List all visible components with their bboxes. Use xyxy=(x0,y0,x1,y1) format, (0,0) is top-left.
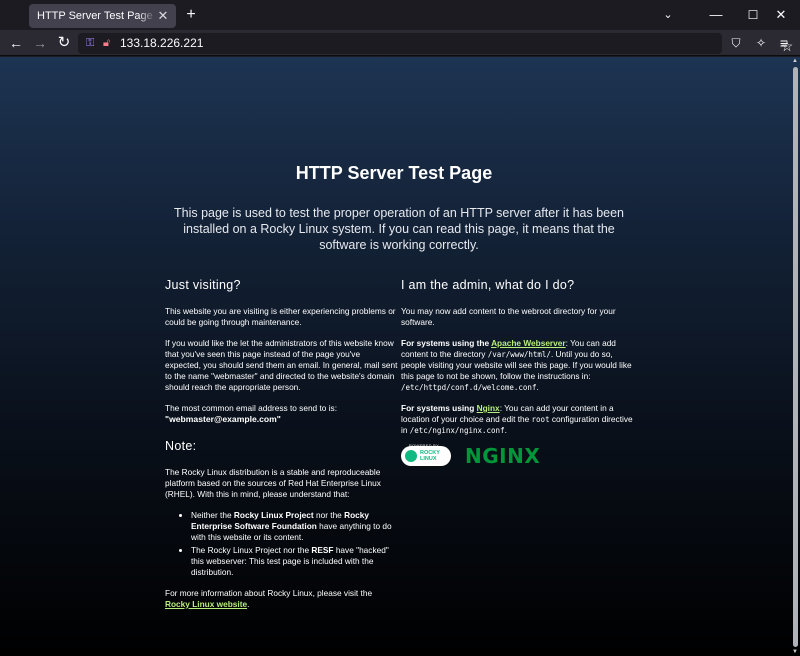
intro-text: This page is used to test the proper ope… xyxy=(173,206,625,252)
hamburger-menu-icon[interactable]: ≡ xyxy=(775,34,793,52)
li2-text-a: The Rocky Linux Project nor the xyxy=(191,545,312,555)
tab-title: HTTP Server Test Page powered by: Rocky … xyxy=(37,10,156,22)
maximize-icon[interactable]: ☐ xyxy=(743,6,763,24)
li1-text-a: Neither the xyxy=(191,510,234,520)
li1-bold-rocky-project: Rocky Linux Project xyxy=(233,510,314,520)
apache-webserver-link[interactable]: Apache Webserver xyxy=(491,338,566,348)
right-paragraph-1: You may now add content to the webroot d… xyxy=(401,306,616,327)
note-list: Neither the Rocky Linux Project nor the … xyxy=(191,510,398,578)
just-visiting-heading: Just visiting? xyxy=(165,278,241,292)
left-column: Just visiting? This website you are visi… xyxy=(165,277,398,620)
extensions-icon[interactable]: ✧ xyxy=(752,34,770,52)
minimize-icon[interactable]: — xyxy=(706,6,726,24)
nginx-code-root: root xyxy=(531,415,550,424)
tab-active[interactable]: HTTP Server Test Page powered by: Rocky … xyxy=(29,4,176,28)
nginx-bold-text: For systems using xyxy=(401,403,477,413)
note-paragraph: The Rocky Linux distribution is a stable… xyxy=(165,467,381,499)
nav-bar: ← → ↻ ⚿ 🔓︎ 133.18.226.221 ☆ ⛉ ✧ ≡ xyxy=(0,30,800,56)
list-item: The Rocky Linux Project nor the RESF hav… xyxy=(191,545,398,578)
window-close-icon[interactable]: ✕ xyxy=(771,6,791,24)
permissions-icon[interactable]: ⚿ xyxy=(86,35,94,52)
linux-word: LINUX xyxy=(420,456,437,462)
apache-bold-text: For systems using the xyxy=(401,338,492,348)
nginx-link[interactable]: Nginx xyxy=(477,403,500,413)
li1-text-c: nor the xyxy=(313,510,345,520)
list-item: Neither the Rocky Linux Project nor the … xyxy=(191,510,398,543)
page-viewport: HTTP Server Test Page This page is used … xyxy=(0,57,800,656)
left-paragraph-2: If you would like the let the administra… xyxy=(165,338,398,392)
back-arrow-icon[interactable]: ← xyxy=(6,33,26,53)
li2-bold-resf: RESF xyxy=(311,545,334,555)
nginx-logo[interactable]: NGINX xyxy=(465,446,540,466)
nginx-end: . xyxy=(504,425,507,435)
more-info-text: For more information about Rocky Linux, … xyxy=(165,588,373,598)
shield-icon[interactable]: ⛉ xyxy=(727,34,745,52)
scroll-up-arrow-icon[interactable]: ▲ xyxy=(792,58,798,64)
page-title: HTTP Server Test Page xyxy=(295,163,493,183)
url-bar[interactable]: ⚿ 🔓︎ 133.18.226.221 ☆ xyxy=(78,33,793,54)
url-text[interactable]: 133.18.226.221 xyxy=(120,36,203,51)
right-column: I am the admin, what do I do? You may no… xyxy=(401,277,636,466)
list-all-tabs-icon[interactable]: ⌄ xyxy=(658,6,678,24)
left-paragraph-1: This website you are visiting is either … xyxy=(165,306,396,327)
left-paragraph-3: The most common email address to send to… xyxy=(165,403,398,425)
powered-by-rocky-linux-logo[interactable]: POWERED BY ROCKY LINUX xyxy=(401,443,451,466)
rocky-linux-website-link[interactable]: Rocky Linux website xyxy=(165,599,247,609)
apache-code-webroot: /var/www/html/ xyxy=(487,350,551,359)
tab-bar: HTTP Server Test Page powered by: Rocky … xyxy=(0,0,800,30)
reload-icon[interactable]: ↻ xyxy=(54,33,74,53)
apache-code-welcome-conf: /etc/httpd/conf.d/welcome.conf xyxy=(401,383,537,392)
more-info-paragraph: For more information about Rocky Linux, … xyxy=(165,588,398,610)
vertical-scrollbar[interactable]: ▲ ▼ xyxy=(790,57,800,656)
nginx-code-conf: /etc/nginx/nginx.conf xyxy=(409,426,505,435)
logos-row: POWERED BY ROCKY LINUX NGINX xyxy=(401,443,636,466)
rocky-mountain-icon xyxy=(405,450,417,462)
apache-end: . xyxy=(536,382,539,392)
nginx-paragraph: For systems using Nginx: You can add you… xyxy=(401,403,636,436)
insecure-lock-icon[interactable]: 🔓︎ xyxy=(103,35,110,52)
forward-arrow-icon[interactable]: → xyxy=(30,33,50,53)
tab-close-icon[interactable]: ✕ xyxy=(156,9,170,23)
apache-paragraph: For systems using the Apache Webserver: … xyxy=(401,338,636,393)
note-heading: Note: xyxy=(165,439,197,453)
more-info-end: . xyxy=(247,599,250,609)
webmaster-email: "webmaster@example.com" xyxy=(165,414,281,424)
new-tab-button[interactable]: + xyxy=(183,6,199,24)
email-intro: The most common email address to send to… xyxy=(165,403,338,413)
scroll-down-arrow-icon[interactable]: ▼ xyxy=(792,649,798,655)
scrollbar-thumb[interactable] xyxy=(793,67,798,647)
admin-heading: I am the admin, what do I do? xyxy=(401,278,575,292)
rocky-linux-wordmark: ROCKY LINUX xyxy=(420,450,440,462)
